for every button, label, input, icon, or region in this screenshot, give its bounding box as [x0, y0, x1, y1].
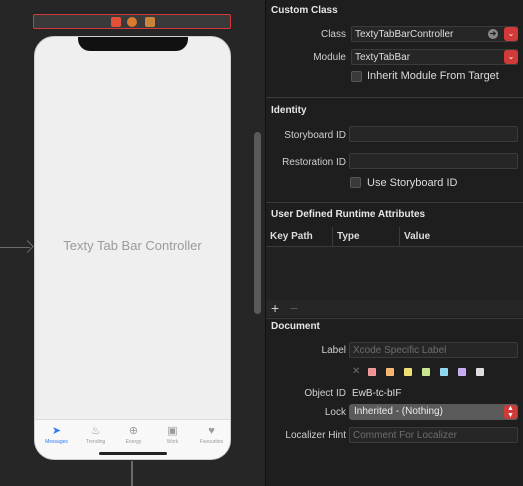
- identity-inspector: Custom Class Class TextyTabBarController…: [265, 0, 523, 486]
- label-color-swatch[interactable]: [458, 368, 466, 376]
- view-controller-icon[interactable]: [111, 17, 121, 27]
- tab-work[interactable]: ▣ Work: [153, 424, 192, 445]
- restoration-id-field[interactable]: [349, 153, 518, 169]
- object-id-label: Object ID: [304, 388, 346, 399]
- paper-plane-icon: ➤: [51, 425, 62, 437]
- document-title: Document: [271, 321, 320, 332]
- custom-class-title: Custom Class: [271, 5, 338, 16]
- module-value: TextyTabBar: [355, 52, 411, 63]
- remove-attribute-button[interactable]: −: [290, 301, 298, 315]
- exit-icon[interactable]: [145, 17, 155, 27]
- flame-icon: ♨: [90, 425, 101, 437]
- label-color-swatch[interactable]: [476, 368, 484, 376]
- udra-footer: + −: [266, 300, 523, 317]
- udra-title: User Defined Runtime Attributes: [271, 209, 426, 220]
- clear-label-color-icon[interactable]: ✕: [352, 366, 360, 377]
- tab-label: Trending: [85, 439, 106, 445]
- lock-value: Inherited - (Nothing): [354, 406, 443, 417]
- tab-bar[interactable]: ➤ Messages ♨ Trending ⊕ Energy ▣ Work ♥: [35, 419, 230, 459]
- column-divider: [332, 227, 333, 247]
- label-color-swatch[interactable]: [404, 368, 412, 376]
- module-label: Module: [313, 52, 346, 63]
- localizer-hint-label: Localizer Hint: [285, 430, 346, 441]
- object-id-value: EwB-tc-bIF: [352, 388, 402, 399]
- type-column[interactable]: Type: [337, 231, 360, 242]
- section-divider: [266, 97, 523, 98]
- tab-label: Favourites: [199, 439, 224, 445]
- value-column[interactable]: Value: [404, 231, 430, 242]
- xcode-label-field[interactable]: Xcode Specific Label: [349, 342, 518, 358]
- label-color-swatch[interactable]: [368, 368, 376, 376]
- device-notch: [78, 37, 188, 51]
- home-indicator: [99, 452, 167, 455]
- scene-title: Texty Tab Bar Controller: [63, 238, 202, 253]
- lock-label: Lock: [324, 407, 346, 418]
- storyboard-id-label: Storyboard ID: [284, 130, 346, 141]
- section-divider: [266, 202, 523, 203]
- label-color-swatch[interactable]: [440, 368, 448, 376]
- localizer-hint-field[interactable]: Comment For Localizer: [349, 427, 518, 443]
- lock-popup[interactable]: Inherited - (Nothing): [349, 404, 518, 420]
- tab-label: Energy: [125, 439, 142, 445]
- lock-popup-chevron-icon[interactable]: ▲ ▼: [504, 405, 517, 419]
- plus-circle-icon: ⊕: [128, 425, 139, 437]
- identity-title: Identity: [271, 105, 307, 116]
- go-to-class-icon[interactable]: ➜: [488, 29, 498, 39]
- column-divider: [399, 227, 400, 247]
- first-responder-icon[interactable]: [127, 17, 137, 27]
- canvas-scrollbar[interactable]: [254, 132, 261, 314]
- class-value: TextyTabBarController: [355, 29, 454, 40]
- module-dropdown-button[interactable]: ⌄: [504, 50, 518, 64]
- tab-messages[interactable]: ➤ Messages: [37, 424, 76, 445]
- module-field[interactable]: TextyTabBar: [351, 49, 518, 65]
- udra-table-header: Key Path Type Value: [266, 227, 523, 247]
- storyboard-id-field[interactable]: [349, 126, 518, 142]
- tab-label: Work: [166, 439, 179, 445]
- device-frame[interactable]: Texty Tab Bar Controller ➤ Messages ♨ Tr…: [34, 36, 231, 460]
- tab-trending[interactable]: ♨ Trending: [76, 424, 115, 445]
- use-storyboard-id-label: Use Storyboard ID: [367, 177, 458, 189]
- label-color-swatch[interactable]: [386, 368, 394, 376]
- tab-energy[interactable]: ⊕ Energy: [114, 424, 153, 445]
- inherit-module-label: Inherit Module From Target: [367, 70, 499, 82]
- heart-icon: ♥: [208, 425, 215, 437]
- use-storyboard-id-checkbox[interactable]: [350, 177, 361, 188]
- udra-table-body[interactable]: [266, 247, 523, 300]
- class-dropdown-button[interactable]: ⌄: [504, 27, 518, 41]
- restoration-id-label: Restoration ID: [282, 157, 346, 168]
- storyboard-canvas[interactable]: Texty Tab Bar Controller ➤ Messages ♨ Tr…: [0, 0, 265, 486]
- label-color-swatch[interactable]: [422, 368, 430, 376]
- arrow-head-icon: [21, 240, 34, 253]
- add-attribute-button[interactable]: +: [271, 301, 279, 315]
- tab-favourites[interactable]: ♥ Favourites: [192, 424, 230, 445]
- scene-dock[interactable]: [33, 14, 231, 29]
- tab-label: Messages: [45, 439, 68, 445]
- key-path-column[interactable]: Key Path: [270, 231, 313, 242]
- relationship-segue-line: [131, 461, 133, 486]
- label-label: Label: [321, 345, 346, 356]
- section-divider: [266, 318, 523, 319]
- briefcase-icon: ▣: [167, 425, 178, 437]
- inherit-module-checkbox[interactable]: [351, 71, 362, 82]
- class-label: Class: [320, 29, 346, 40]
